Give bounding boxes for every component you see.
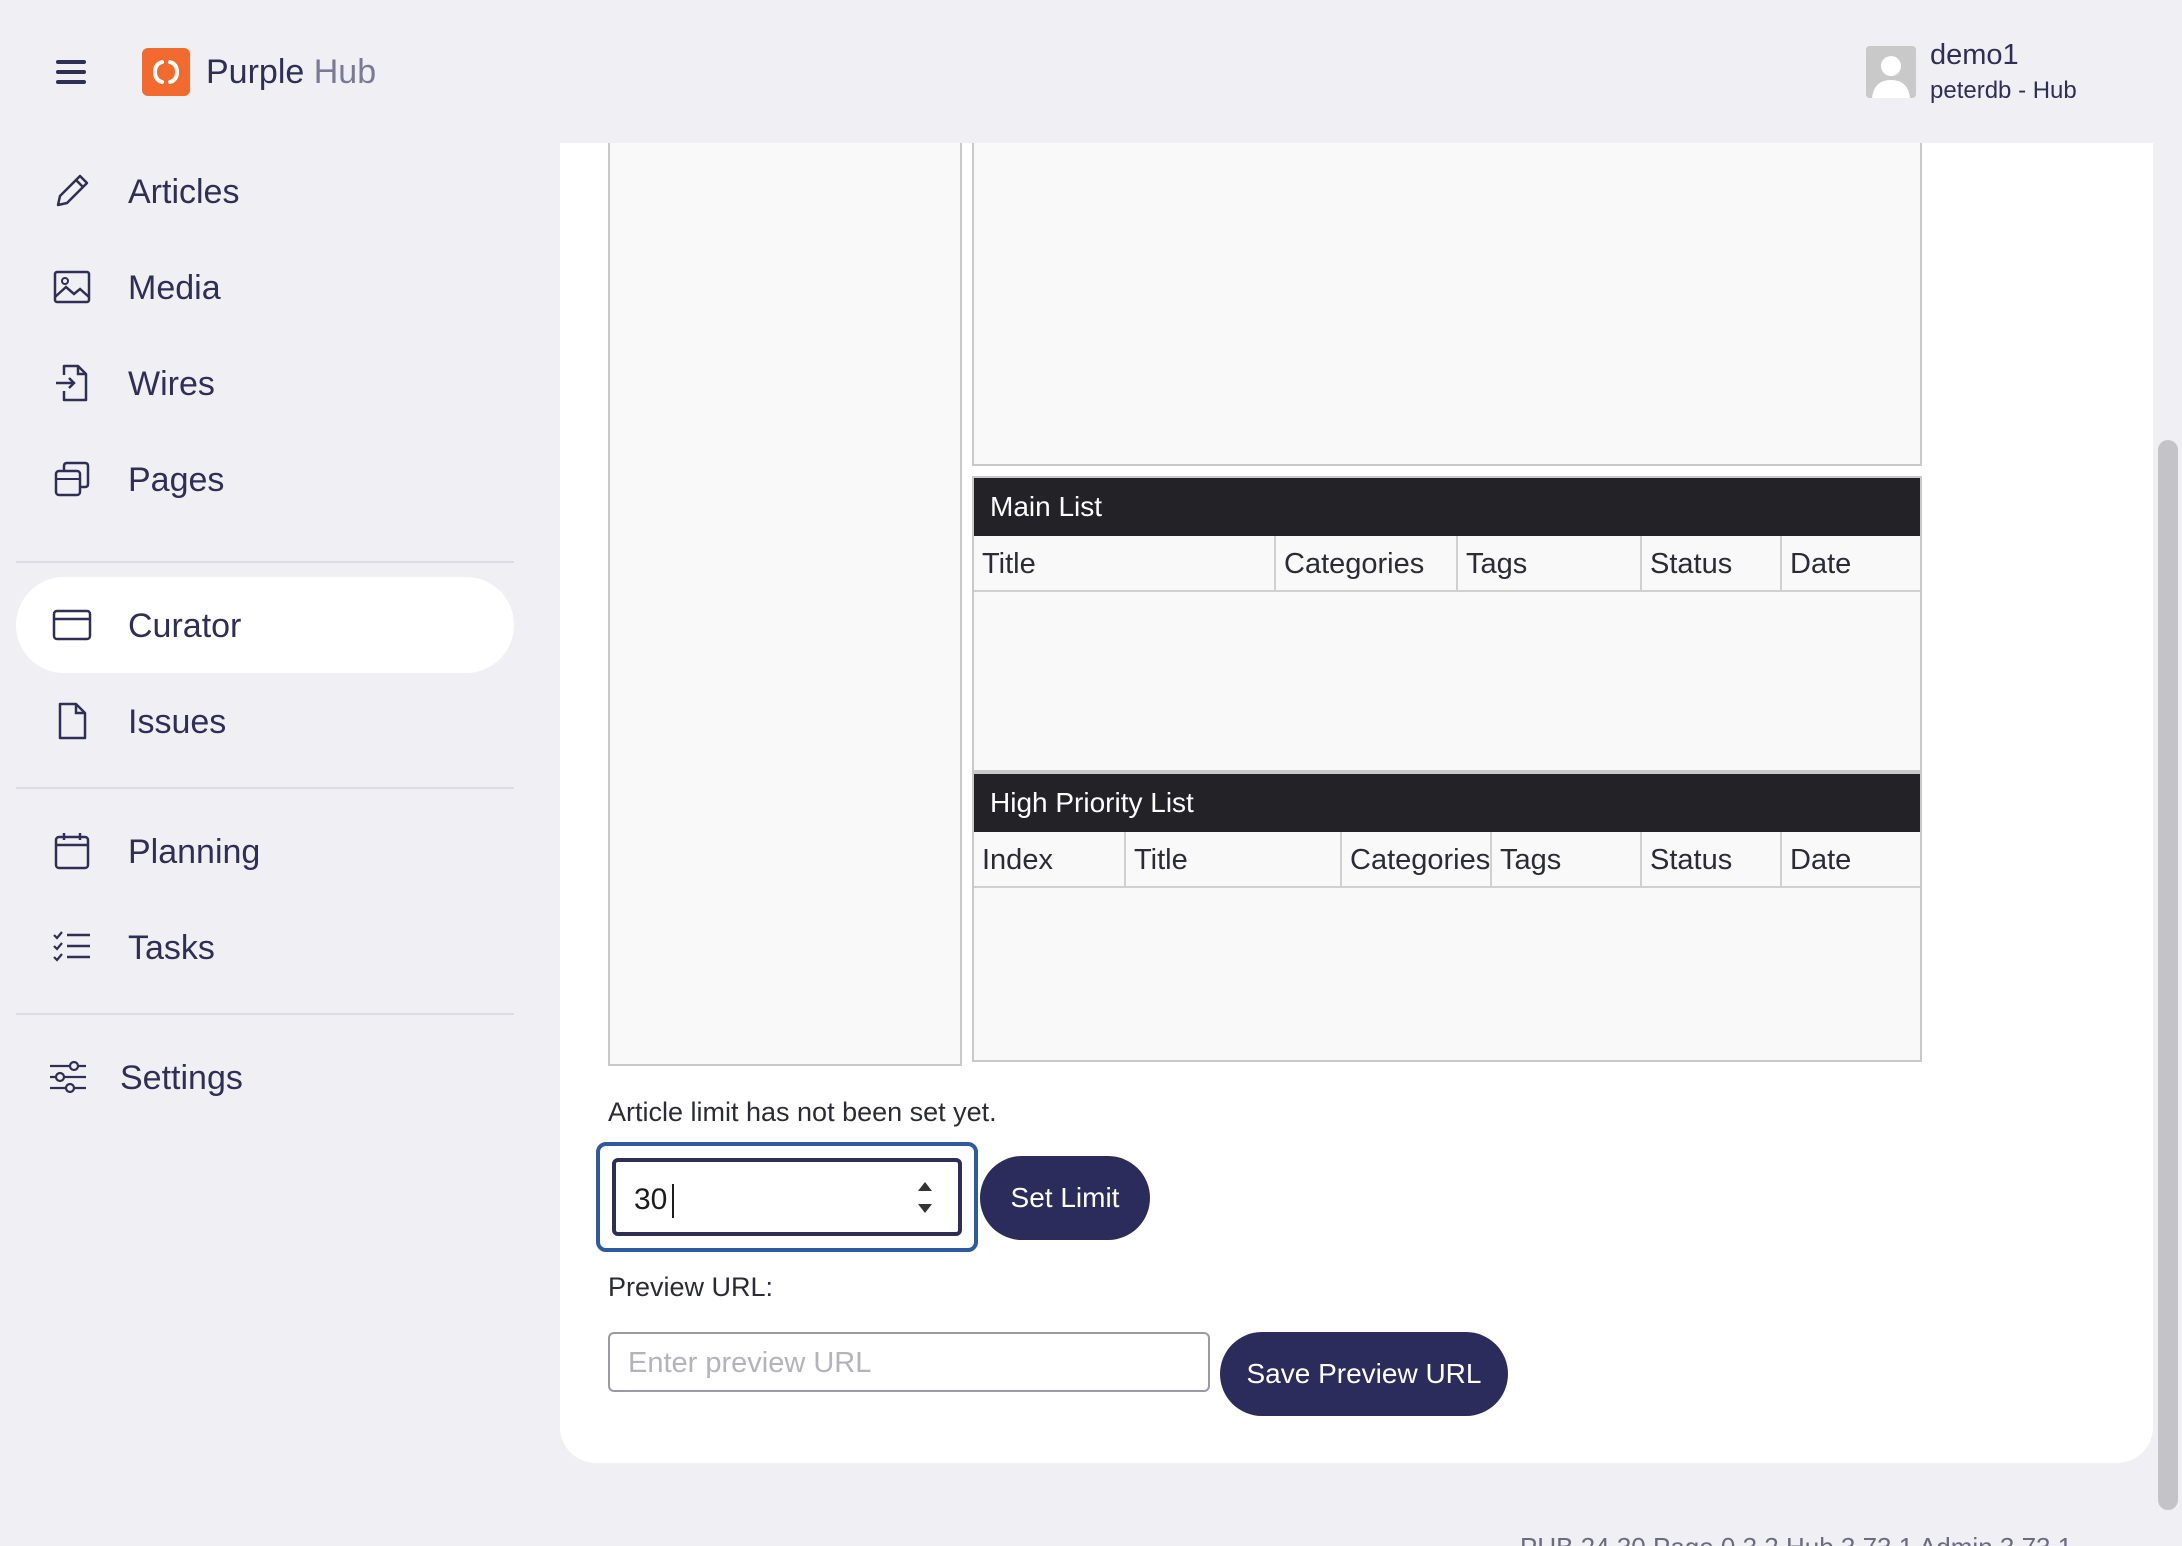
high-priority-list-columns: Index Title Categories Tags Status Date bbox=[974, 832, 1920, 888]
sidebar-item-media[interactable]: Media bbox=[16, 239, 514, 335]
sidebar-item-label: Settings bbox=[120, 1059, 243, 1097]
column-header-tags[interactable]: Tags bbox=[1492, 832, 1642, 888]
sidebar-divider bbox=[16, 787, 514, 789]
sidebar-item-label: Media bbox=[128, 269, 221, 307]
spinner-up-icon[interactable] bbox=[918, 1182, 932, 1191]
sidebar-divider bbox=[16, 561, 514, 563]
sidebar-item-articles[interactable]: Articles bbox=[16, 143, 514, 239]
high-priority-list: High Priority List Index Title Categorie… bbox=[972, 772, 1922, 1062]
user-name[interactable]: demo1 bbox=[1930, 38, 2019, 72]
main-list-title: Main List bbox=[974, 478, 1920, 536]
image-icon bbox=[53, 270, 91, 304]
brand-primary: Purple bbox=[206, 53, 305, 91]
column-header-title[interactable]: Title bbox=[974, 536, 1276, 592]
user-workspace: peterdb - Hub bbox=[1930, 77, 2077, 104]
column-header-status[interactable]: Status bbox=[1642, 832, 1782, 888]
sidebar-item-planning[interactable]: Planning bbox=[16, 803, 514, 899]
sidebar: Articles Media Wires Pages Curator Issue… bbox=[0, 143, 530, 1546]
sidebar-item-label: Planning bbox=[128, 833, 261, 871]
column-header-date[interactable]: Date bbox=[1782, 832, 1920, 888]
sidebar-item-label: Pages bbox=[128, 461, 225, 499]
column-header-tags[interactable]: Tags bbox=[1458, 536, 1642, 592]
column-header-status[interactable]: Status bbox=[1642, 536, 1782, 592]
save-preview-url-button[interactable]: Save Preview URL bbox=[1220, 1332, 1508, 1416]
pencil-icon bbox=[56, 174, 89, 207]
document-icon bbox=[58, 702, 87, 740]
column-header-index[interactable]: Index bbox=[974, 832, 1126, 888]
sliders-icon bbox=[50, 1060, 86, 1094]
sidebar-item-pages[interactable]: Pages bbox=[16, 431, 514, 527]
pages-icon bbox=[54, 461, 90, 497]
brand-name[interactable]: Purple Hub bbox=[206, 52, 376, 92]
app-header: Purple Hub demo1 peterdb - Hub bbox=[0, 0, 2153, 143]
preview-url-label: Preview URL: bbox=[608, 1272, 774, 1302]
sidebar-divider bbox=[16, 1013, 514, 1015]
curator-left-panel bbox=[608, 143, 962, 1066]
version-info: PUB 24.30 Page 0.3.2 Hub 3.73.1 Admin 3.… bbox=[1520, 1530, 2072, 1546]
sidebar-item-label: Wires bbox=[128, 365, 215, 403]
column-header-categories[interactable]: Categories bbox=[1276, 536, 1458, 592]
article-limit-message: Article limit has not been set yet. bbox=[608, 1097, 997, 1127]
sidebar-item-label: Issues bbox=[128, 703, 227, 741]
main-list: Main List Title Categories Tags Status D… bbox=[972, 476, 1922, 772]
preview-url-placeholder: Enter preview URL bbox=[628, 1347, 872, 1379]
sidebar-item-wires[interactable]: Wires bbox=[16, 335, 514, 431]
article-limit-value: 30 bbox=[634, 1183, 668, 1216]
sidebar-item-curator[interactable]: Curator bbox=[16, 577, 514, 673]
set-limit-button[interactable]: Set Limit bbox=[980, 1156, 1150, 1240]
column-header-categories[interactable]: Categories bbox=[1342, 832, 1492, 888]
sidebar-item-label: Tasks bbox=[128, 929, 215, 967]
page-scrollbar-thumb[interactable] bbox=[2158, 440, 2178, 1510]
brand-secondary: Hub bbox=[313, 53, 377, 91]
article-limit-input[interactable]: 30 bbox=[612, 1158, 962, 1236]
preview-url-input[interactable]: Enter preview URL bbox=[608, 1332, 1210, 1392]
spinner-down-icon[interactable] bbox=[918, 1204, 932, 1213]
browser-window-icon bbox=[52, 609, 92, 641]
checklist-icon bbox=[53, 931, 90, 962]
purple-hub-logo-icon bbox=[142, 48, 190, 96]
column-header-title[interactable]: Title bbox=[1126, 832, 1342, 888]
article-limit-focus-ring: 30 bbox=[596, 1142, 978, 1252]
text-caret bbox=[672, 1184, 674, 1218]
main-list-columns: Title Categories Tags Status Date bbox=[974, 536, 1920, 592]
column-header-date[interactable]: Date bbox=[1782, 536, 1920, 592]
sidebar-item-label: Curator bbox=[128, 607, 242, 645]
user-avatar[interactable] bbox=[1866, 46, 1916, 98]
sidebar-item-settings[interactable]: Settings bbox=[16, 1029, 514, 1125]
hamburger-menu-icon[interactable] bbox=[56, 60, 88, 84]
sidebar-item-tasks[interactable]: Tasks bbox=[16, 899, 514, 995]
high-priority-list-title: High Priority List bbox=[974, 774, 1920, 832]
calendar-icon bbox=[54, 833, 90, 870]
sidebar-item-issues[interactable]: Issues bbox=[16, 673, 514, 769]
curator-preview-area bbox=[972, 143, 1922, 466]
file-import-icon bbox=[56, 364, 88, 402]
sidebar-item-label: Articles bbox=[128, 173, 240, 211]
